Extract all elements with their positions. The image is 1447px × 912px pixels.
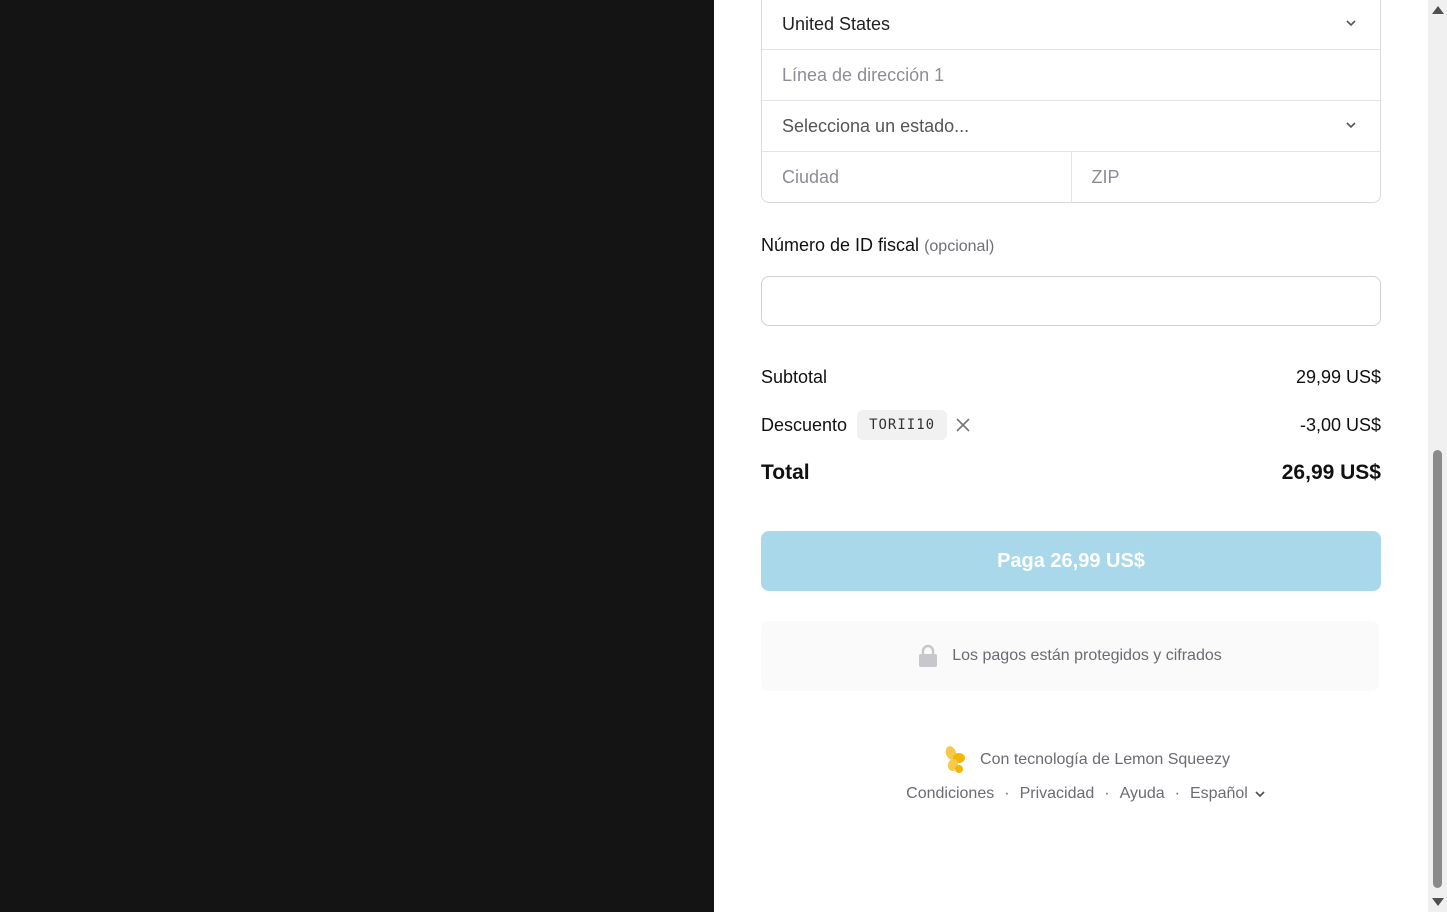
secure-payment-notice: Los pagos están protegidos y cifrados xyxy=(761,621,1379,691)
zip-field[interactable]: ZIP xyxy=(1070,152,1381,202)
billing-address-group: United States Línea de dirección 1 Selec… xyxy=(761,0,1381,203)
subtotal-label: Subtotal xyxy=(761,367,828,387)
discount-label: Descuento xyxy=(761,414,848,435)
secure-payment-text: Los pagos están protegidos y cifrados xyxy=(952,647,1222,664)
footer-links: Condiciones · Privacidad · Ayuda · Españ… xyxy=(761,785,1411,803)
chevron-down-icon xyxy=(1346,122,1356,129)
subtotal-value: 29,99 US$ xyxy=(1295,367,1381,387)
discount-row: Descuento TORII10 -3,00 US$ xyxy=(761,410,1381,440)
lock-icon xyxy=(919,644,938,667)
help-link[interactable]: Ayuda xyxy=(1120,785,1165,803)
country-select[interactable]: United States xyxy=(762,0,1380,50)
address-line1-field[interactable]: Línea de dirección 1 xyxy=(762,50,1380,101)
remove-coupon-close-icon[interactable] xyxy=(955,417,971,433)
scroll-up-arrow-icon[interactable] xyxy=(1432,6,1444,14)
city-field[interactable]: Ciudad xyxy=(762,152,1071,202)
total-label: Total xyxy=(761,461,810,484)
left-dark-panel xyxy=(0,0,714,912)
terms-link[interactable]: Condiciones xyxy=(906,785,994,803)
language-label: Español xyxy=(1190,785,1248,802)
tax-id-optional: (opcional) xyxy=(924,238,995,255)
subtotal-row: Subtotal 29,99 US$ xyxy=(761,367,1381,388)
city-zip-row: Ciudad ZIP xyxy=(762,152,1380,202)
country-value: United States xyxy=(782,13,891,34)
chevron-down-icon xyxy=(1255,791,1265,798)
separator-dot: · xyxy=(1104,785,1110,802)
scroll-thumb[interactable] xyxy=(1433,450,1442,888)
tax-id-label: Número de ID fiscal (opcional) xyxy=(761,235,994,256)
coupon-code-badge: TORII10 xyxy=(857,410,948,440)
state-select[interactable]: Selecciona un estado... xyxy=(762,101,1380,152)
privacy-link[interactable]: Privacidad xyxy=(1020,785,1095,803)
powered-by-text: Con tecnología de Lemon Squeezy xyxy=(980,751,1230,768)
lemon-squeezy-logo-icon xyxy=(945,746,966,773)
tax-id-input[interactable] xyxy=(761,276,1381,326)
separator-dot: · xyxy=(1004,785,1010,802)
total-value: 26,99 US$ xyxy=(1281,461,1381,484)
total-row: Total 26,99 US$ xyxy=(761,461,1381,485)
scroll-down-arrow-icon[interactable] xyxy=(1432,898,1444,906)
language-selector[interactable]: Español xyxy=(1190,785,1266,803)
state-placeholder: Selecciona un estado... xyxy=(782,115,970,136)
chevron-down-icon xyxy=(1346,20,1356,27)
tax-id-label-text: Número de ID fiscal xyxy=(761,235,920,255)
checkout-form: United States Línea de dirección 1 Selec… xyxy=(761,0,1381,802)
powered-by: Con tecnología de Lemon Squeezy xyxy=(761,745,1411,775)
page-scrollbar[interactable] xyxy=(1428,0,1447,912)
address-line1-placeholder: Línea de dirección 1 xyxy=(782,64,945,85)
discount-value: -3,00 US$ xyxy=(1299,414,1381,435)
separator-dot: · xyxy=(1174,785,1180,802)
discount-left: Descuento TORII10 xyxy=(761,410,971,440)
checkout-panel: United States Línea de dirección 1 Selec… xyxy=(714,0,1428,912)
pay-button[interactable]: Paga 26,99 US$ xyxy=(761,531,1381,591)
